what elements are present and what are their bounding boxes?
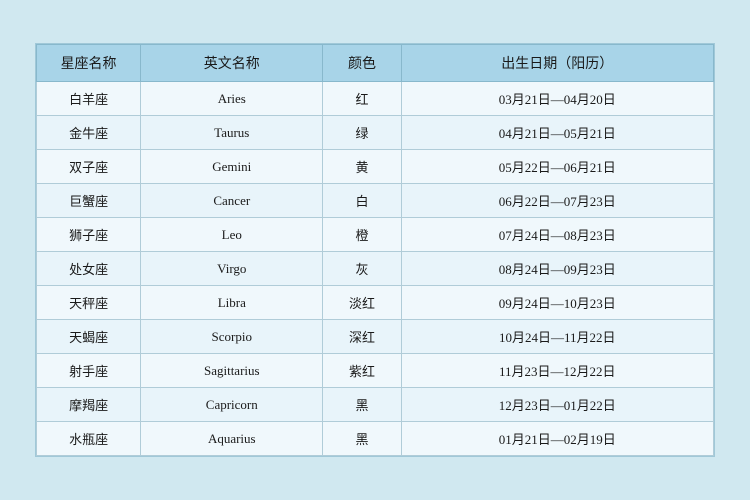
cell-chinese: 狮子座 xyxy=(37,218,141,252)
cell-date: 01月21日—02月19日 xyxy=(401,422,713,456)
zodiac-table-container: 星座名称 英文名称 颜色 出生日期（阳历） 白羊座Aries红03月21日—04… xyxy=(35,43,715,457)
cell-english: Aries xyxy=(141,82,323,116)
cell-date: 05月22日—06月21日 xyxy=(401,150,713,184)
cell-color: 黄 xyxy=(323,150,401,184)
cell-date: 04月21日—05月21日 xyxy=(401,116,713,150)
cell-color: 橙 xyxy=(323,218,401,252)
cell-english: Gemini xyxy=(141,150,323,184)
cell-date: 08月24日—09月23日 xyxy=(401,252,713,286)
cell-date: 11月23日—12月22日 xyxy=(401,354,713,388)
cell-color: 黑 xyxy=(323,422,401,456)
cell-chinese: 摩羯座 xyxy=(37,388,141,422)
cell-date: 03月21日—04月20日 xyxy=(401,82,713,116)
cell-chinese: 水瓶座 xyxy=(37,422,141,456)
table-row: 金牛座Taurus绿04月21日—05月21日 xyxy=(37,116,714,150)
cell-english: Virgo xyxy=(141,252,323,286)
cell-date: 06月22日—07月23日 xyxy=(401,184,713,218)
zodiac-table: 星座名称 英文名称 颜色 出生日期（阳历） 白羊座Aries红03月21日—04… xyxy=(36,44,714,456)
cell-chinese: 处女座 xyxy=(37,252,141,286)
table-row: 双子座Gemini黄05月22日—06月21日 xyxy=(37,150,714,184)
cell-color: 绿 xyxy=(323,116,401,150)
cell-english: Taurus xyxy=(141,116,323,150)
table-row: 巨蟹座Cancer白06月22日—07月23日 xyxy=(37,184,714,218)
header-color: 颜色 xyxy=(323,45,401,82)
cell-chinese: 天蝎座 xyxy=(37,320,141,354)
cell-chinese: 双子座 xyxy=(37,150,141,184)
header-date: 出生日期（阳历） xyxy=(401,45,713,82)
cell-english: Capricorn xyxy=(141,388,323,422)
cell-chinese: 金牛座 xyxy=(37,116,141,150)
cell-english: Cancer xyxy=(141,184,323,218)
cell-date: 10月24日—11月22日 xyxy=(401,320,713,354)
cell-english: Scorpio xyxy=(141,320,323,354)
cell-color: 白 xyxy=(323,184,401,218)
table-header-row: 星座名称 英文名称 颜色 出生日期（阳历） xyxy=(37,45,714,82)
table-row: 白羊座Aries红03月21日—04月20日 xyxy=(37,82,714,116)
cell-chinese: 白羊座 xyxy=(37,82,141,116)
table-row: 天蝎座Scorpio深红10月24日—11月22日 xyxy=(37,320,714,354)
header-english: 英文名称 xyxy=(141,45,323,82)
cell-color: 灰 xyxy=(323,252,401,286)
cell-english: Sagittarius xyxy=(141,354,323,388)
table-row: 摩羯座Capricorn黑12月23日—01月22日 xyxy=(37,388,714,422)
table-row: 狮子座Leo橙07月24日—08月23日 xyxy=(37,218,714,252)
cell-chinese: 射手座 xyxy=(37,354,141,388)
cell-date: 09月24日—10月23日 xyxy=(401,286,713,320)
cell-english: Libra xyxy=(141,286,323,320)
header-chinese: 星座名称 xyxy=(37,45,141,82)
cell-chinese: 天秤座 xyxy=(37,286,141,320)
cell-english: Leo xyxy=(141,218,323,252)
table-row: 天秤座Libra淡红09月24日—10月23日 xyxy=(37,286,714,320)
cell-color: 红 xyxy=(323,82,401,116)
table-row: 处女座Virgo灰08月24日—09月23日 xyxy=(37,252,714,286)
cell-date: 12月23日—01月22日 xyxy=(401,388,713,422)
cell-date: 07月24日—08月23日 xyxy=(401,218,713,252)
cell-color: 淡红 xyxy=(323,286,401,320)
cell-color: 黑 xyxy=(323,388,401,422)
cell-english: Aquarius xyxy=(141,422,323,456)
cell-chinese: 巨蟹座 xyxy=(37,184,141,218)
cell-color: 紫红 xyxy=(323,354,401,388)
table-row: 水瓶座Aquarius黑01月21日—02月19日 xyxy=(37,422,714,456)
cell-color: 深红 xyxy=(323,320,401,354)
table-row: 射手座Sagittarius紫红11月23日—12月22日 xyxy=(37,354,714,388)
